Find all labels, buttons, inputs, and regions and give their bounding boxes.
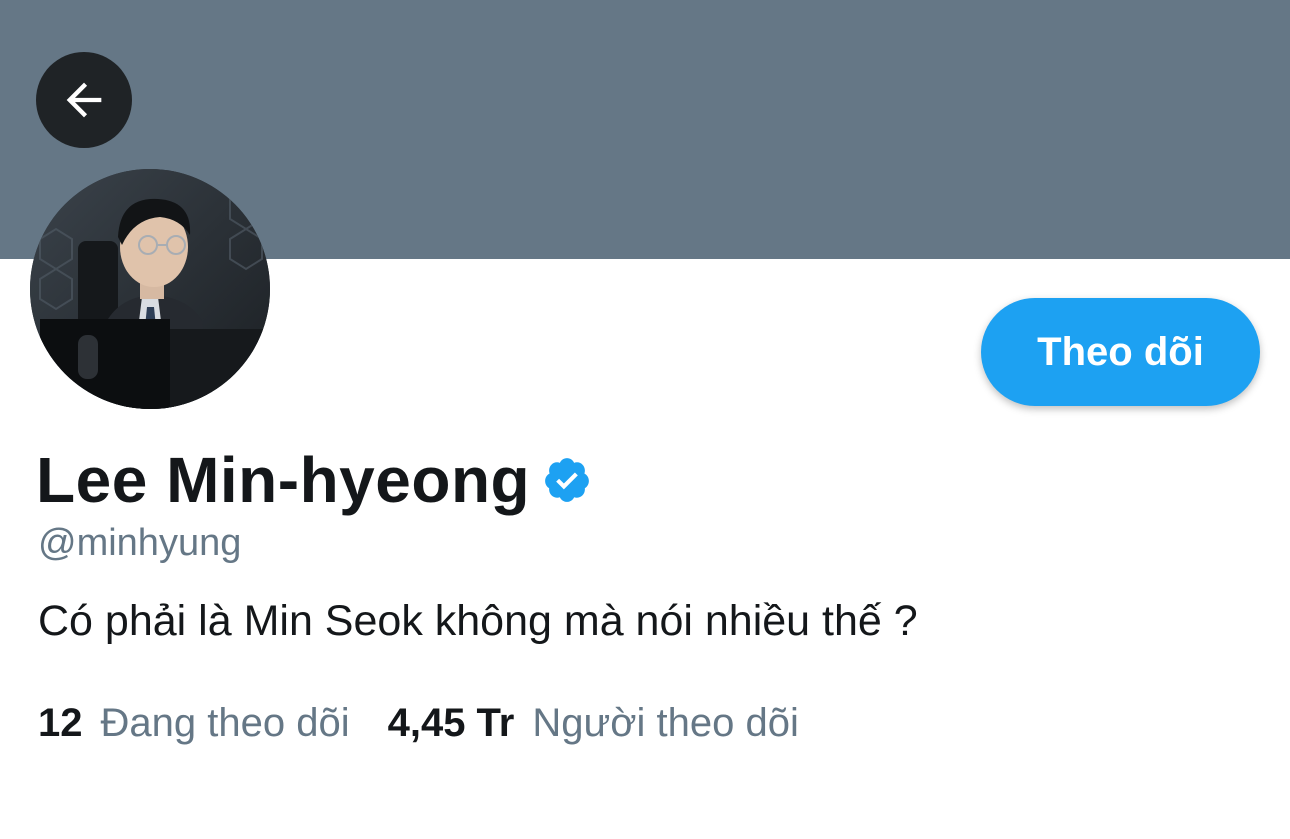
followers-count: 4,45 Tr xyxy=(387,701,515,745)
back-button[interactable] xyxy=(36,52,132,148)
avatar-photo xyxy=(30,169,270,409)
verified-badge-icon xyxy=(545,458,589,502)
profile-page: Theo dõi Lee Min-hyeong @minhyung Có phả… xyxy=(0,0,1290,839)
name-row: Lee Min-hyeong xyxy=(36,444,592,516)
followers-label: Người theo dõi xyxy=(532,701,799,745)
following-stat[interactable]: 12 Đang theo dõi xyxy=(38,696,350,750)
followers-stat[interactable]: 4,45 Tr Người theo dõi xyxy=(388,696,799,750)
profile-handle: @minhyung xyxy=(38,522,242,564)
profile-stats: 12 Đang theo dõi 4,45 Tr Người theo dõi xyxy=(38,696,799,750)
avatar[interactable] xyxy=(30,169,270,409)
following-count: 12 xyxy=(38,701,83,745)
profile-bio: Có phải là Min Seok không mà nói nhiều t… xyxy=(38,597,918,645)
display-name: Lee Min-hyeong xyxy=(36,444,531,516)
following-label: Đang theo dõi xyxy=(100,701,350,745)
follow-button[interactable]: Theo dõi xyxy=(981,298,1260,406)
arrow-left-icon xyxy=(66,82,102,118)
